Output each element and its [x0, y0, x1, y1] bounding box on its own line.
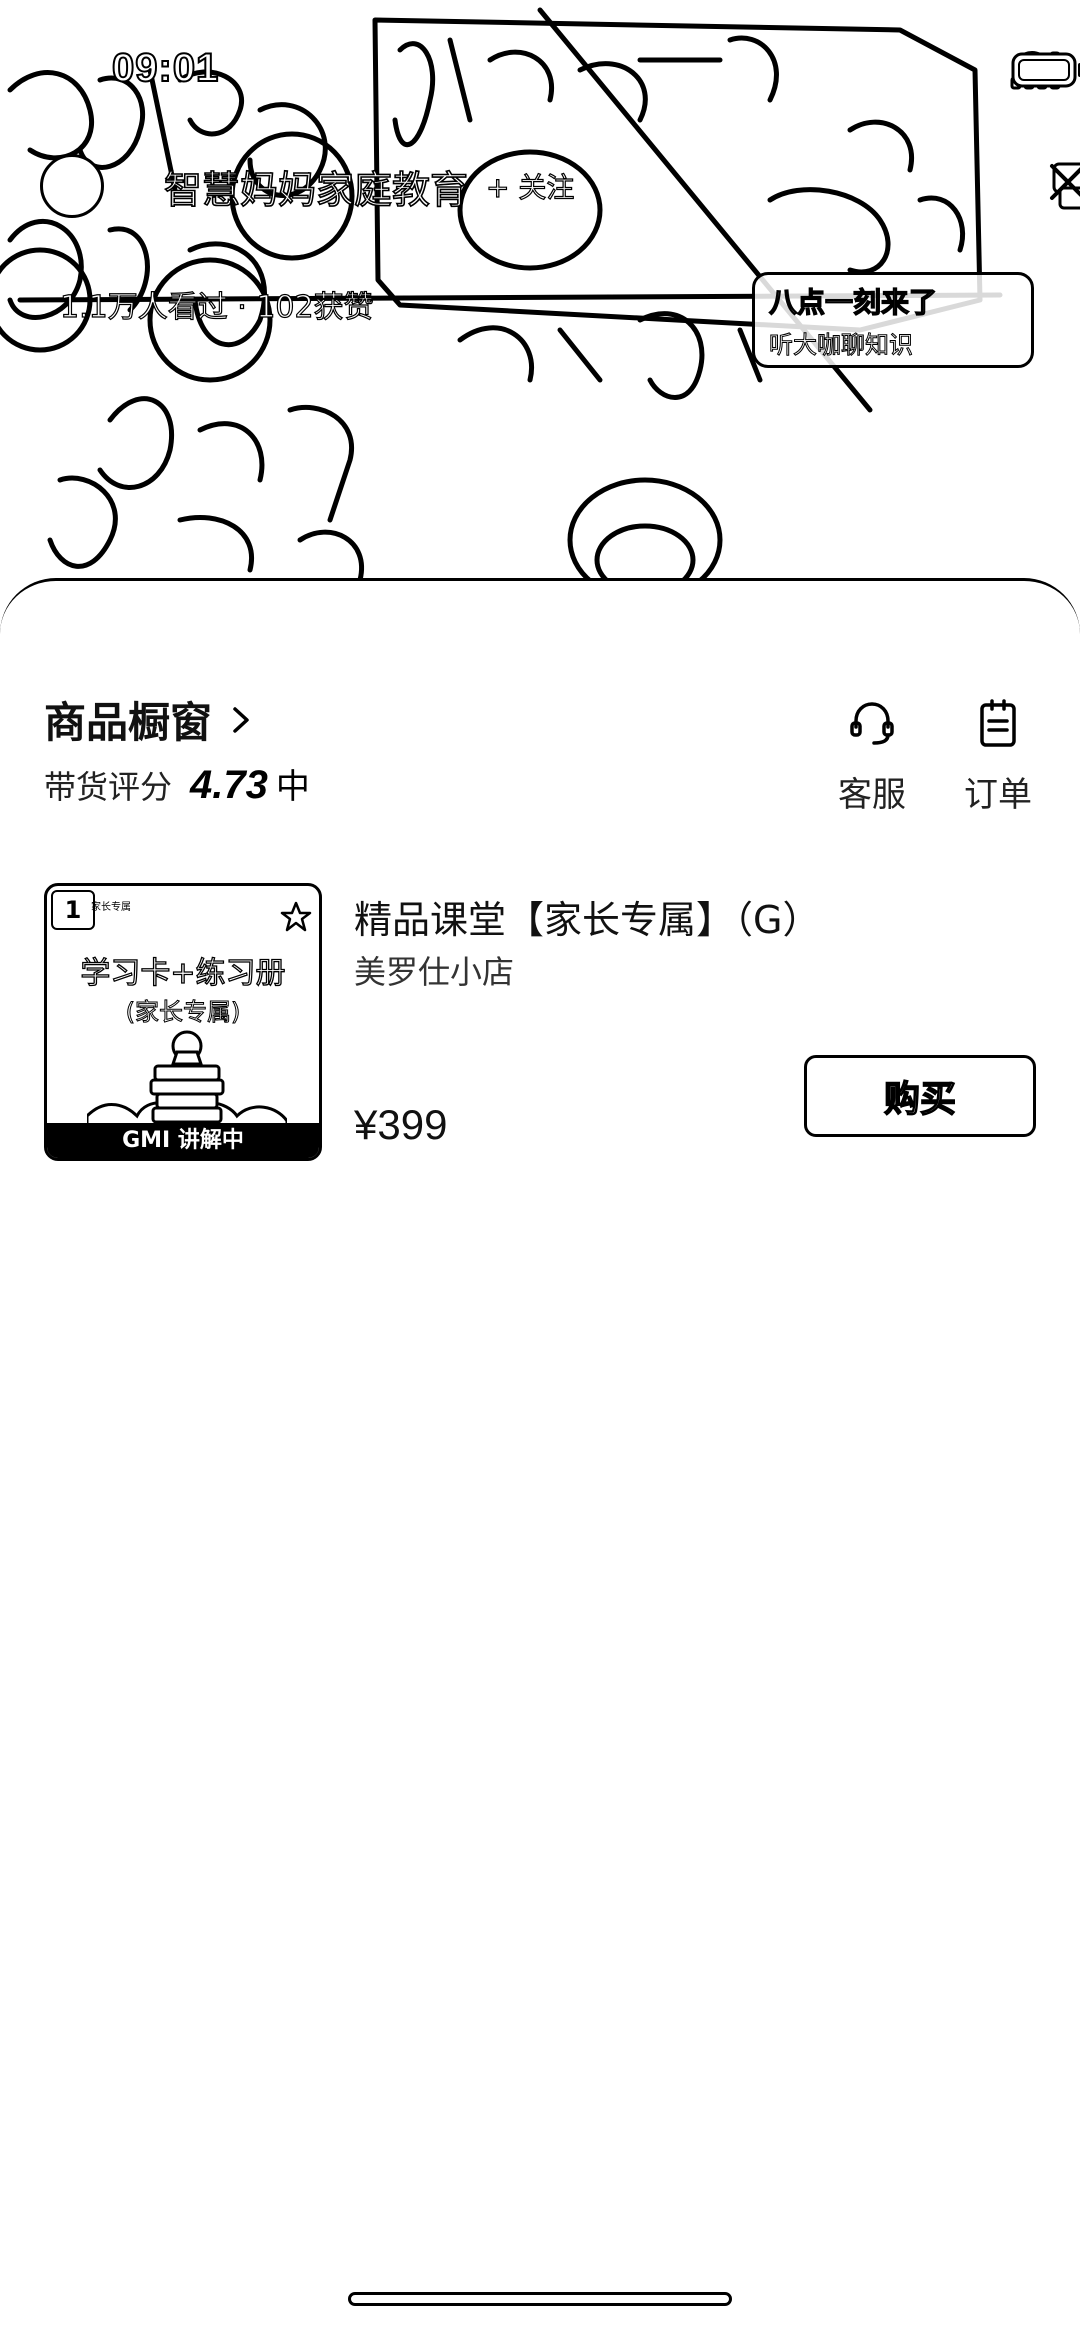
- product-window-sheet: 商品橱窗 带货评分 4.73 中 客服 订单 1 家长专属 学习卡+练习册 (家…: [0, 578, 1080, 2337]
- rating-label: 带货评分: [44, 768, 173, 806]
- live-video-background[interactable]: 09:01 智慧妈妈家庭教育 + 关注 1.1万人看过 · 102获赞 八点一刻…: [0, 0, 1080, 620]
- shop-window-header[interactable]: 商品橱窗: [44, 689, 256, 750]
- promo-title: 八点一刻来了: [768, 285, 938, 319]
- thumbnail-title: 学习卡+练习册: [80, 955, 286, 991]
- close-icon[interactable]: [1046, 160, 1080, 204]
- anchor-avatar[interactable]: [40, 154, 104, 218]
- books-illustration: [87, 1030, 287, 1136]
- status-time: 09:01: [111, 45, 220, 91]
- orders-button[interactable]: 订单: [964, 697, 1032, 816]
- headset-icon: [850, 702, 894, 745]
- rating-value: 4.73: [190, 763, 268, 807]
- viewer-count: 1.1万人看过 · 102获赞: [59, 289, 374, 325]
- product-title[interactable]: 精品课堂【家长专属】（G）: [354, 889, 820, 944]
- product-price: ¥399: [354, 1101, 448, 1148]
- shop-window-title: 商品橱窗: [44, 698, 213, 747]
- battery-icon: [1011, 52, 1080, 88]
- chevron-right-icon: [233, 706, 249, 733]
- thumbnail-subtitle: (家长专属): [125, 998, 241, 1027]
- buy-button[interactable]: 购买: [804, 1055, 1036, 1137]
- live-shop-screen: 09:01 智慧妈妈家庭教育 + 关注 1.1万人看过 · 102获赞 八点一刻…: [0, 0, 1080, 2337]
- clipboard-icon: [980, 699, 1016, 747]
- promo-card[interactable]: 八点一刻来了 听大咖聊知识: [752, 272, 1034, 368]
- product-thumbnail[interactable]: 1 家长专属 学习卡+练习册 (家长专属) GMI 讲解中: [44, 883, 322, 1161]
- product-index-badge: 1: [51, 890, 95, 930]
- follow-button[interactable]: + 关注: [485, 166, 575, 206]
- rating-level: 中: [275, 767, 310, 807]
- orders-label: 订单: [964, 775, 1032, 815]
- promo-subtitle: 听大咖聊知识: [769, 331, 914, 360]
- product-item[interactable]: 1 家长专属 学习卡+练习册 (家长专属) GMI 讲解中 精品课堂【家长专属】…: [44, 883, 1036, 1163]
- product-shop-name[interactable]: 美罗仕小店: [354, 947, 514, 993]
- star-icon[interactable]: [279, 900, 313, 934]
- anchor-name[interactable]: 智慧妈妈家庭教育: [163, 159, 469, 214]
- seller-rating: 带货评分 4.73 中: [44, 759, 310, 808]
- live-header: 智慧妈妈家庭教育 + 关注: [40, 154, 575, 218]
- thumbnail-tag: 家长专属: [91, 902, 131, 913]
- home-indicator[interactable]: [348, 2292, 732, 2306]
- customer-service-label: 客服: [838, 775, 906, 815]
- customer-service-button[interactable]: 客服: [838, 697, 906, 816]
- thumbnail-live-banner: GMI 讲解中: [47, 1123, 319, 1158]
